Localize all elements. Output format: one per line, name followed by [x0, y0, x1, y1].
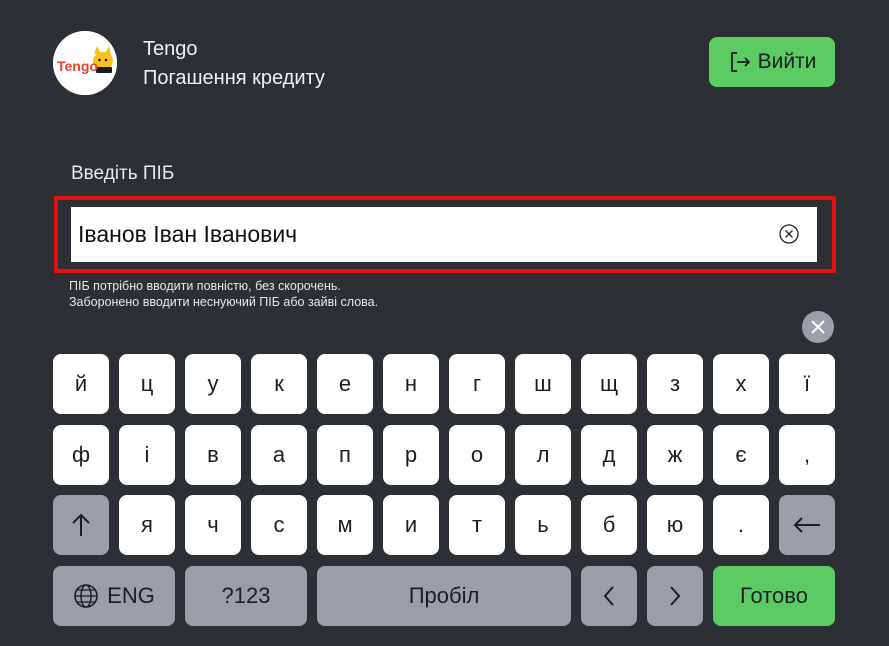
tengo-logo: Tengo — [53, 31, 117, 95]
key-letter[interactable]: в — [185, 425, 241, 485]
cursor-left-key[interactable] — [581, 566, 637, 626]
key-letter[interactable]: щ — [581, 354, 637, 414]
key-letter[interactable]: з — [647, 354, 703, 414]
key-letter[interactable]: л — [515, 425, 571, 485]
key-comma[interactable]: , — [779, 425, 835, 485]
chevron-right-icon — [670, 586, 681, 606]
language-key[interactable]: ENG — [53, 566, 175, 626]
key-letter[interactable]: р — [383, 425, 439, 485]
key-letter[interactable]: я — [119, 495, 175, 555]
key-letter[interactable]: ж — [647, 425, 703, 485]
space-key[interactable]: Пробіл — [317, 566, 571, 626]
hint-line-2: Заборонено вводити неснуючий ПІБ або зай… — [69, 295, 379, 309]
key-letter[interactable]: г — [449, 354, 505, 414]
key-letter[interactable]: о — [449, 425, 505, 485]
key-letter[interactable]: і — [119, 425, 175, 485]
close-keyboard-button[interactable] — [802, 311, 834, 343]
key-letter[interactable]: й — [53, 354, 109, 414]
logout-icon — [730, 52, 750, 72]
key-letter[interactable]: е — [317, 354, 373, 414]
key-letter[interactable]: с — [251, 495, 307, 555]
key-letter[interactable]: ч — [185, 495, 241, 555]
key-period[interactable]: . — [713, 495, 769, 555]
key-letter[interactable]: є — [713, 425, 769, 485]
full-name-value: Іванов Іван Іванович — [78, 221, 298, 247]
app-name: Tengo — [143, 38, 198, 60]
language-key-label: ENG — [107, 583, 155, 608]
key-letter[interactable]: б — [581, 495, 637, 555]
key-letter[interactable]: и — [383, 495, 439, 555]
shift-arrow-up-icon — [72, 513, 90, 536]
key-letter[interactable]: к — [251, 354, 307, 414]
globe-icon — [74, 584, 98, 608]
key-letter[interactable]: х — [713, 354, 769, 414]
name-field-hint: ПІБ потрібно вводити повністю, без скоро… — [69, 278, 378, 310]
key-letter[interactable]: д — [581, 425, 637, 485]
cursor-right-key[interactable] — [647, 566, 703, 626]
shift-key[interactable] — [53, 495, 109, 555]
key-letter[interactable]: ш — [515, 354, 571, 414]
key-letter[interactable]: а — [251, 425, 307, 485]
backspace-key[interactable] — [779, 495, 835, 555]
backspace-arrow-left-icon — [793, 517, 820, 533]
tengo-logo-icon: Tengo — [53, 31, 117, 95]
key-letter[interactable]: у — [185, 354, 241, 414]
symbols-key[interactable]: ?123 — [185, 566, 307, 626]
name-field-label: Введіть ПІБ — [71, 163, 175, 184]
key-letter[interactable]: т — [449, 495, 505, 555]
key-letter[interactable]: ц — [119, 354, 175, 414]
clear-circle-icon[interactable] — [778, 223, 800, 245]
key-letter[interactable]: ф — [53, 425, 109, 485]
hint-line-1: ПІБ потрібно вводити повністю, без скоро… — [69, 279, 341, 293]
key-letter[interactable]: ї — [779, 354, 835, 414]
exit-button-label: Вийти — [757, 50, 817, 73]
key-letter[interactable]: ь — [515, 495, 571, 555]
app-subtitle: Погашення кредиту — [143, 67, 325, 89]
key-letter[interactable]: м — [317, 495, 373, 555]
close-icon — [811, 320, 825, 334]
done-button[interactable]: Готово — [713, 566, 835, 626]
key-letter[interactable]: н — [383, 354, 439, 414]
logo-wordmark: Tengo — [57, 58, 98, 74]
key-letter[interactable]: п — [317, 425, 373, 485]
key-letter[interactable]: ю — [647, 495, 703, 555]
chevron-left-icon — [603, 586, 614, 606]
exit-button[interactable]: Вийти — [709, 37, 835, 87]
full-name-input[interactable]: Іванов Іван Іванович — [71, 207, 817, 262]
